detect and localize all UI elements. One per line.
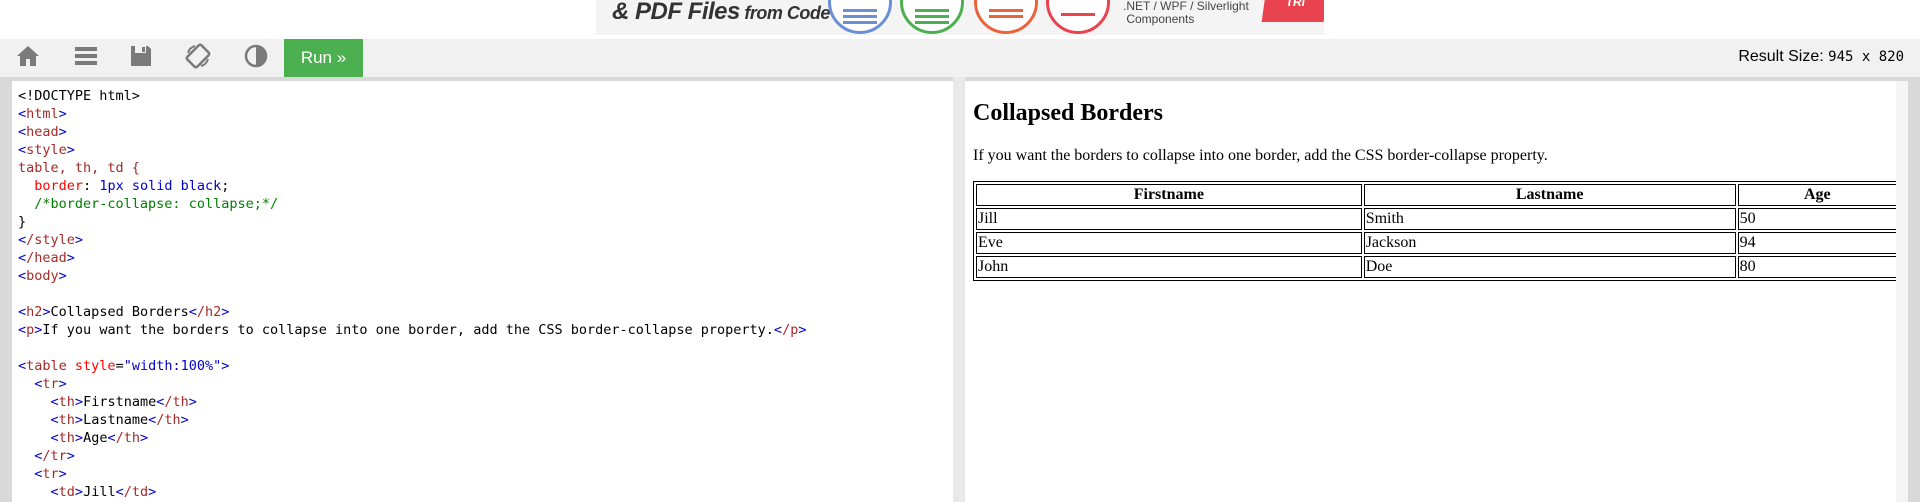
result-scrollbar[interactable] — [1896, 81, 1908, 502]
table-cell: Smith — [1363, 208, 1736, 230]
pane-splitter[interactable] — [953, 77, 965, 502]
menu-button[interactable] — [64, 39, 108, 77]
table-header-cell: Lastname — [1363, 184, 1736, 206]
ad-banner[interactable]: & PDF Files from Code .NET / WPF / Silve… — [596, 0, 1324, 35]
table-cell: Doe — [1363, 256, 1736, 278]
ad-pdf-icon — [1046, 0, 1110, 34]
result-table: Firstname Lastname Age Jill Smith 50 Eve… — [973, 181, 1900, 281]
theme-toggle-button[interactable] — [234, 39, 278, 77]
ad-doc-icon — [828, 0, 892, 34]
code-editor[interactable]: <!DOCTYPE html> <html> <head> <style> table,… — [12, 81, 953, 502]
table-row: Eve Jackson 94 — [976, 232, 1897, 254]
table-cell: Jill — [976, 208, 1362, 230]
table-row: John Doe 80 — [976, 256, 1897, 278]
ad-headline: & PDF Files from Code — [612, 0, 830, 25]
result-title: Collapsed Borders — [973, 100, 1164, 126]
toolbar: Run » Result Size: 945 x 820 — [0, 39, 1920, 77]
result-size-value: 945 x 820 — [1828, 49, 1904, 65]
result-pane: Collapsed Borders If you want the border… — [965, 81, 1908, 502]
table-cell: John — [976, 256, 1362, 278]
save-icon — [128, 43, 154, 74]
ad-subtitle: .NET / WPF / Silverlight Components — [1123, 0, 1249, 26]
code-text[interactable]: <!DOCTYPE html> <html> <head> <style> table,… — [12, 81, 953, 501]
ad-trial-badge[interactable]: TRI — [1261, 0, 1324, 22]
table-cell: Jackson — [1363, 232, 1736, 254]
table-header-cell: Firstname — [976, 184, 1362, 206]
table-cell: 80 — [1737, 256, 1897, 278]
result-paragraph: If you want the borders to collapse into… — [973, 147, 1548, 164]
table-row: Jill Smith 50 — [976, 208, 1897, 230]
menu-icon — [73, 43, 99, 74]
result-size: Result Size: 945 x 820 — [1738, 48, 1904, 66]
home-icon — [15, 43, 41, 74]
table-header-row: Firstname Lastname Age — [976, 184, 1897, 206]
table-cell: 94 — [1737, 232, 1897, 254]
ad-slides-icon — [974, 0, 1038, 34]
contrast-icon — [243, 43, 269, 74]
run-button[interactable]: Run » — [284, 39, 363, 77]
rotate-icon — [185, 43, 211, 74]
home-button[interactable] — [6, 39, 50, 77]
rotate-button[interactable] — [176, 39, 220, 77]
table-cell: Eve — [976, 232, 1362, 254]
result-size-label: Result Size: — [1738, 48, 1824, 65]
table-header-cell: Age — [1737, 184, 1897, 206]
result-content: Collapsed Borders If you want the border… — [965, 100, 1908, 281]
save-button[interactable] — [119, 39, 163, 77]
table-cell: 50 — [1737, 208, 1897, 230]
ad-sheet-icon — [900, 0, 964, 34]
